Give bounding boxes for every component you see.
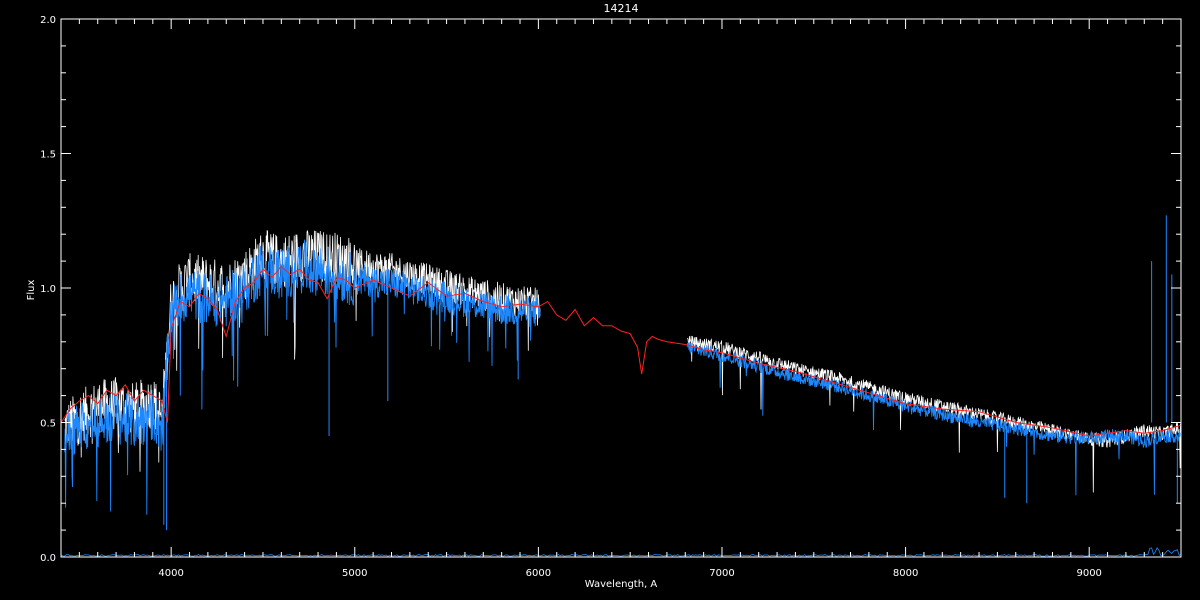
y-tick-label: 2.0 — [40, 15, 56, 26]
y-tick-label: 1.5 — [40, 150, 56, 161]
y-tick-label: 1.0 — [40, 284, 56, 295]
spectrum-chart: 14214 Wavelength, A Flux 4000 5000 6000 700… — [0, 0, 1200, 600]
x-tick-label: 9000 — [1076, 568, 1101, 579]
x-tick-label: 8000 — [893, 568, 918, 579]
x-tick-label: 6000 — [526, 568, 551, 579]
x-tick-label: 4000 — [158, 568, 183, 579]
x-tick-label: 5000 — [342, 568, 367, 579]
y-tick-label: 0.5 — [40, 419, 56, 430]
x-tick-label: 7000 — [709, 568, 734, 579]
x-axis-label: Wavelength, A — [585, 579, 658, 590]
y-axis-label: Flux — [26, 280, 37, 301]
chart-title: 14214 — [604, 2, 639, 15]
y-tick-label: 0.0 — [40, 553, 56, 564]
